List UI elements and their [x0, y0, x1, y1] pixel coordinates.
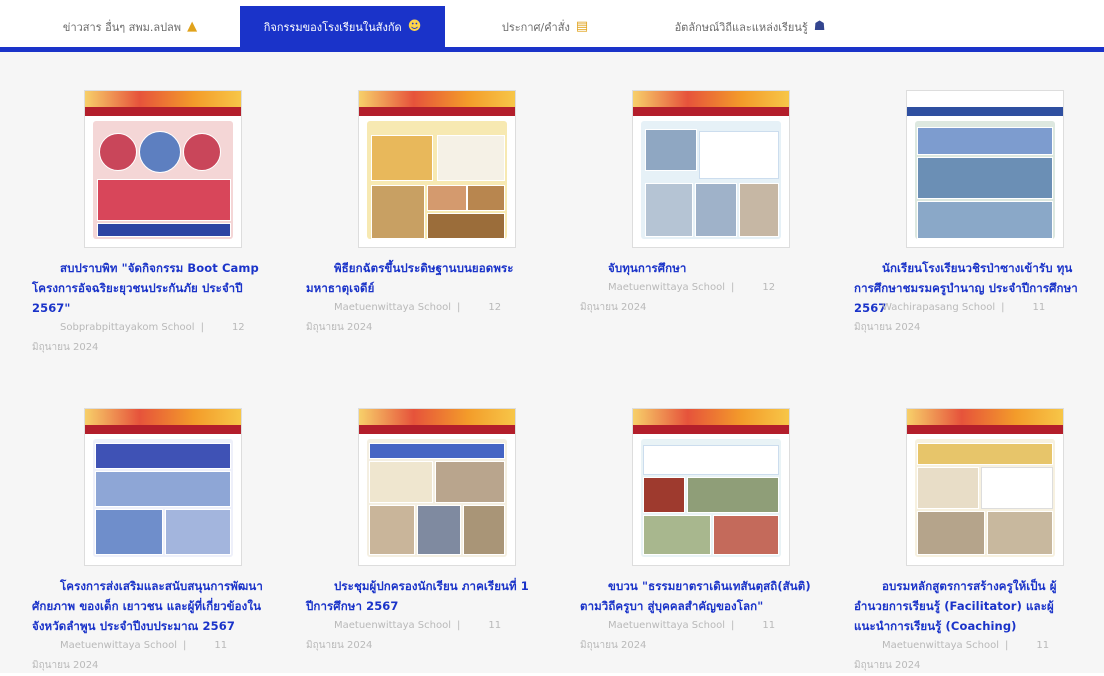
- post-thumbnail[interactable]: [632, 408, 790, 566]
- post-author[interactable]: Maetuenwittaya School: [334, 620, 451, 631]
- post-thumbnail[interactable]: [906, 408, 1064, 566]
- post-meta: Maetuenwittaya School | 11 มิถุนายน 2024: [32, 640, 228, 671]
- post-title[interactable]: จับทุนการศึกษา: [580, 258, 812, 278]
- post-thumbnail[interactable]: [632, 90, 790, 248]
- post-author[interactable]: Maetuenwittaya School: [608, 620, 725, 631]
- post-title[interactable]: สบปราบพิท "จัดกิจกรรม Boot Camp โครงการอ…: [32, 258, 264, 318]
- post-author[interactable]: Maetuenwittaya School: [60, 640, 177, 651]
- post-meta: Maetuenwittaya School | 12 มิถุนายน 2024: [580, 282, 776, 313]
- post-title[interactable]: ประชุมผู้ปกครองนักเรียน ภาคเรียนที่ 1 ปี…: [306, 576, 538, 616]
- post-title[interactable]: ขบวน "ธรรมยาตราเดินเทสันตฺสถิ(สันติ) ตาม…: [580, 576, 812, 616]
- document-icon: ▤: [575, 19, 589, 34]
- tab-school-activities[interactable]: กิจกรรมของโรงเรียนในสังกัด ☻: [240, 6, 445, 47]
- tab-learning-resources[interactable]: อัตลักษณ์วิถีและแหล่งเรียนรู้ ☗: [645, 6, 855, 47]
- post-meta: Sobprabpittayakom School | 12 มิถุนายน 202…: [32, 322, 245, 353]
- post-thumbnail[interactable]: [358, 90, 516, 248]
- post-author[interactable]: Maetuenwittaya School: [334, 302, 451, 313]
- category-tabs: ข่าวสาร อื่นๆ สพม.ลปลพ ▲ กิจกรรมของโรงเร…: [0, 0, 1104, 52]
- tab-announcements[interactable]: ประกาศ/คำสั่ง ▤: [470, 6, 620, 47]
- post-thumbnail[interactable]: [84, 90, 242, 248]
- post-title[interactable]: อบรมหลักสูตรการสร้างครูให้เป็น ผู้อำนวยก…: [854, 576, 1086, 636]
- post-author[interactable]: Wachirapasang School: [882, 302, 995, 313]
- post-author[interactable]: Maetuenwittaya School: [882, 640, 999, 651]
- post-grid: สบปราบพิท "จัดกิจกรรม Boot Camp โครงการอ…: [0, 52, 1104, 673]
- learning-icon: ☗: [813, 19, 826, 34]
- students-icon: ☻: [407, 19, 422, 34]
- post-thumbnail[interactable]: [906, 90, 1064, 248]
- post-meta: Wachirapasang School | 11 มิถุนายน 2024: [854, 302, 1046, 333]
- post-meta: Maetuenwittaya School | 11 มิถุนายน 2024: [306, 620, 502, 651]
- school-icon: ▲: [187, 19, 198, 34]
- post-meta: Maetuenwittaya School | 11 มิถุนายน 2024: [854, 640, 1050, 671]
- tab-news-label: ข่าวสาร อื่นๆ สพม.ลปลพ: [62, 20, 182, 34]
- tab-announcements-label: ประกาศ/คำสั่ง: [501, 20, 570, 34]
- post-meta: Maetuenwittaya School | 11 มิถุนายน 2024: [580, 620, 776, 651]
- post-title[interactable]: พิธียกฉัตรขึ้นประดิษฐานบนยอดพระมหาธาตุเจ…: [306, 258, 538, 298]
- post-author[interactable]: Sobprabpittayakom School: [60, 322, 195, 333]
- post-thumbnail[interactable]: [84, 408, 242, 566]
- post-thumbnail[interactable]: [358, 408, 516, 566]
- post-title[interactable]: โครงการส่งเสริมและสนับสนุนการพัฒนาศักยภา…: [32, 576, 264, 636]
- tab-news[interactable]: ข่าวสาร อื่นๆ สพม.ลปลพ ▲: [40, 6, 220, 47]
- post-author[interactable]: Maetuenwittaya School: [608, 282, 725, 293]
- post-meta: Maetuenwittaya School | 12 มิถุนายน 2024: [306, 302, 502, 333]
- tab-school-activities-label: กิจกรรมของโรงเรียนในสังกัด: [263, 20, 402, 34]
- tab-learning-resources-label: อัตลักษณ์วิถีและแหล่งเรียนรู้: [674, 20, 808, 34]
